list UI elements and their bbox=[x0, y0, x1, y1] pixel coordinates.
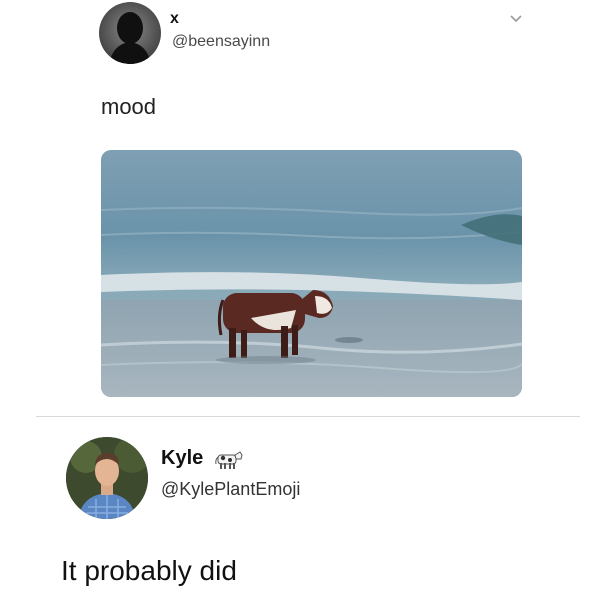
author-handle[interactable]: @KylePlantEmoji bbox=[161, 479, 300, 500]
tweet-text: It probably did bbox=[61, 555, 237, 586]
profile-photo-icon bbox=[66, 437, 148, 519]
tweet-text: mood bbox=[101, 94, 157, 119]
original-tweet: x @beensayinn mood bbox=[0, 0, 600, 416]
chevron-down-icon[interactable] bbox=[509, 14, 523, 24]
cow-emoji-icon bbox=[213, 448, 245, 472]
reply-tweet: Kyle @KylePlantEmoji It probably did bbox=[0, 417, 600, 600]
author-name[interactable]: x bbox=[170, 10, 179, 28]
avatar[interactable] bbox=[66, 437, 148, 519]
tweet-media-image[interactable] bbox=[101, 150, 522, 397]
author-name[interactable]: Kyle bbox=[161, 447, 203, 470]
avatar[interactable] bbox=[99, 2, 161, 64]
author-handle[interactable]: @beensayinn bbox=[172, 33, 270, 51]
silhouette-avatar-icon bbox=[109, 12, 151, 64]
cow-on-beach-photo bbox=[101, 150, 522, 397]
